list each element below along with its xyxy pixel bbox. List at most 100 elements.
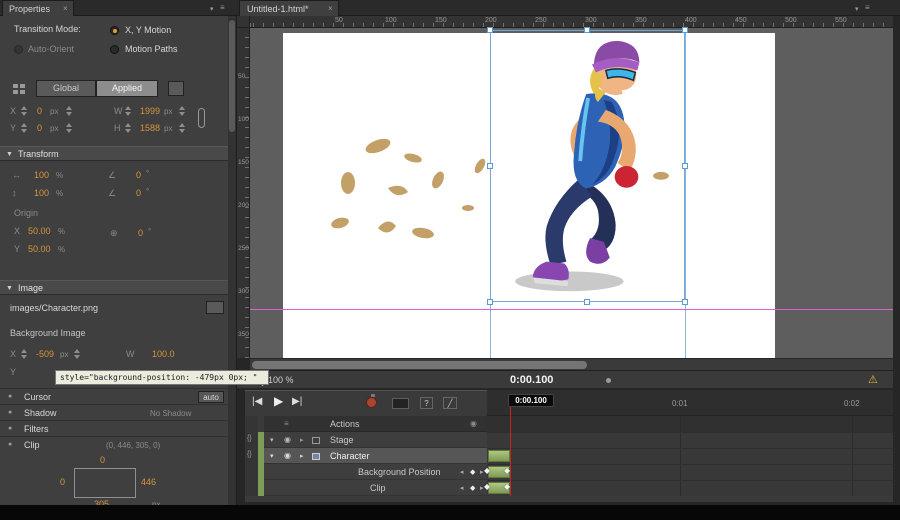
close-icon[interactable]: × — [328, 4, 333, 13]
eye-icon[interactable]: ◉ — [284, 451, 291, 460]
scale-y-value[interactable]: 100 — [34, 188, 49, 198]
prev-keyframe-icon[interactable]: ◂ — [460, 484, 464, 492]
scale-x-value[interactable]: 100 — [34, 170, 49, 180]
auto-orient-radio[interactable] — [14, 45, 23, 54]
timeline-row-clip[interactable]: Clip ◂ ◆ ▸ — [264, 480, 487, 496]
w-unit-stepper-icon[interactable] — [179, 106, 185, 116]
w-stepper-icon[interactable] — [125, 106, 131, 116]
auto-keyframe-icon[interactable] — [366, 397, 377, 408]
timeline-track-area[interactable]: ◆ ◆ ◆ ◆ — [484, 416, 893, 496]
skew-x-value[interactable]: 0 — [136, 170, 141, 180]
chevron-down-icon[interactable]: ▾ — [270, 452, 274, 460]
selection-handle[interactable] — [682, 163, 688, 169]
add-keyframe-icon[interactable]: ◆ — [470, 484, 475, 492]
rotate-value[interactable]: 0 — [138, 228, 143, 238]
applied-button[interactable]: Applied — [96, 80, 158, 97]
properties-scrollbar[interactable] — [228, 16, 236, 505]
help-icon[interactable]: ? — [420, 397, 433, 409]
timeline-zoom-handle[interactable] — [606, 378, 611, 383]
open-actions-icon[interactable]: {} — [247, 435, 252, 442]
playhead[interactable] — [510, 407, 511, 496]
bg-w-value[interactable]: 100.0 — [152, 349, 175, 359]
eye-icon[interactable]: ◉ — [284, 435, 291, 444]
timeline-row-stage[interactable]: ▾ ◉ ▸ Stage — [264, 432, 487, 448]
clip-diagram[interactable] — [74, 468, 136, 498]
next-keyframe-icon[interactable]: ▸ — [480, 484, 484, 492]
transition-span[interactable] — [488, 450, 510, 462]
scrollbar-thumb[interactable] — [252, 361, 587, 369]
next-keyframe-icon[interactable]: ▸ — [480, 468, 484, 476]
skew-y-value[interactable]: 0 — [136, 188, 141, 198]
tab-document[interactable]: Untitled-1.html* × — [239, 0, 339, 16]
x-stepper-icon[interactable] — [21, 106, 27, 116]
selection-handle[interactable] — [487, 299, 493, 305]
shadow-section-row[interactable]: ● Shadow No Shadow — [0, 404, 229, 420]
origin-y-value[interactable]: 50.00 — [28, 244, 51, 254]
xy-motion-radio[interactable] — [110, 26, 119, 35]
scrollbar-thumb[interactable] — [229, 20, 235, 132]
overflow-button[interactable] — [168, 81, 184, 96]
panel-menu-arrow-icon[interactable]: ▾ — [855, 5, 859, 13]
transform-section-header[interactable]: ▼ Transform — [0, 146, 229, 161]
actions-menu-icon[interactable]: ◉ — [470, 419, 477, 428]
expand-icon[interactable]: ▸ — [300, 436, 304, 444]
panel-menu-icon[interactable]: ≡ — [865, 3, 870, 12]
keyframe-icon[interactable]: ◆ — [484, 466, 490, 475]
easing-icon[interactable]: ╱ — [443, 397, 457, 409]
auto-transition-icon[interactable] — [392, 398, 409, 409]
bg-x-unit-stepper-icon[interactable] — [74, 349, 80, 359]
bg-x-value[interactable]: -509 — [36, 349, 54, 359]
timeline-row-character[interactable]: ▾ ◉ ▸ Character — [264, 448, 487, 464]
tab-properties[interactable]: Properties × — [2, 0, 74, 16]
image-src-value[interactable]: images/Character.png — [10, 303, 98, 313]
play-button[interactable]: ▶ — [274, 394, 283, 408]
open-actions-icon[interactable]: {} — [247, 451, 252, 458]
y-unit-stepper-icon[interactable] — [66, 123, 72, 133]
h-value[interactable]: 1588 — [140, 123, 160, 133]
selection-handle[interactable] — [584, 27, 590, 33]
stage-hscrollbar[interactable] — [250, 358, 893, 370]
vertical-ruler[interactable]: 50 100 150 200 250 300 350 — [237, 28, 250, 358]
playhead-time-badge[interactable]: 0:00.100 — [508, 394, 554, 407]
link-dimensions-icon[interactable] — [198, 108, 205, 128]
panel-menu-arrow-icon[interactable]: ▾ — [210, 5, 214, 13]
y-stepper-icon[interactable] — [21, 123, 27, 133]
clip-left-value[interactable]: 0 — [60, 477, 65, 487]
motion-paths-radio[interactable] — [110, 45, 119, 54]
origin-target-icon[interactable]: ⊕ — [110, 228, 118, 239]
image-section-header[interactable]: ▼ Image — [0, 280, 229, 295]
go-to-start-button[interactable]: |◀ — [252, 396, 262, 407]
go-to-end-button[interactable]: ▶| — [292, 396, 302, 407]
origin-x-value[interactable]: 50.00 — [28, 226, 51, 236]
bg-x-stepper-icon[interactable] — [21, 349, 27, 359]
horizontal-guide[interactable] — [250, 309, 893, 310]
expand-icon[interactable]: ▸ — [300, 452, 304, 460]
selection-handle[interactable] — [682, 27, 688, 33]
cursor-auto-chip[interactable]: auto — [198, 391, 224, 403]
h-unit-stepper-icon[interactable] — [179, 123, 185, 133]
prev-keyframe-icon[interactable]: ◂ — [460, 468, 464, 476]
close-icon[interactable]: × — [63, 4, 68, 13]
selection-handle[interactable] — [682, 299, 688, 305]
selection-handle[interactable] — [487, 27, 493, 33]
clip-section-row[interactable]: ● Clip (0, 446, 305, 0) — [0, 436, 229, 452]
selection-handle[interactable] — [584, 299, 590, 305]
h-stepper-icon[interactable] — [125, 123, 131, 133]
selection-handle[interactable] — [487, 163, 493, 169]
global-button[interactable]: Global — [36, 80, 96, 97]
zoom-level[interactable]: 100 % — [268, 375, 294, 385]
cursor-section-row[interactable]: ● Cursor auto — [0, 388, 229, 404]
clip-top-value[interactable]: 0 — [100, 455, 105, 465]
actions-row[interactable]: ≡ Actions ◉ — [264, 416, 487, 432]
x-unit-stepper-icon[interactable] — [66, 106, 72, 116]
warning-icon[interactable]: ⚠ — [868, 373, 878, 386]
w-value[interactable]: 1999 — [140, 106, 160, 116]
panel-menu-icon[interactable]: ≡ — [220, 3, 225, 12]
clip-right-value[interactable]: 446 — [141, 477, 156, 487]
y-value[interactable]: 0 — [37, 123, 42, 133]
timeline-row-background-position[interactable]: Background Position ◂ ◆ ▸ — [264, 464, 487, 480]
stage-timecode[interactable]: 0:00.100 — [510, 374, 553, 386]
add-keyframe-icon[interactable]: ◆ — [470, 468, 475, 476]
filters-section-row[interactable]: ● Filters — [0, 420, 229, 436]
browse-image-button[interactable] — [206, 301, 224, 314]
